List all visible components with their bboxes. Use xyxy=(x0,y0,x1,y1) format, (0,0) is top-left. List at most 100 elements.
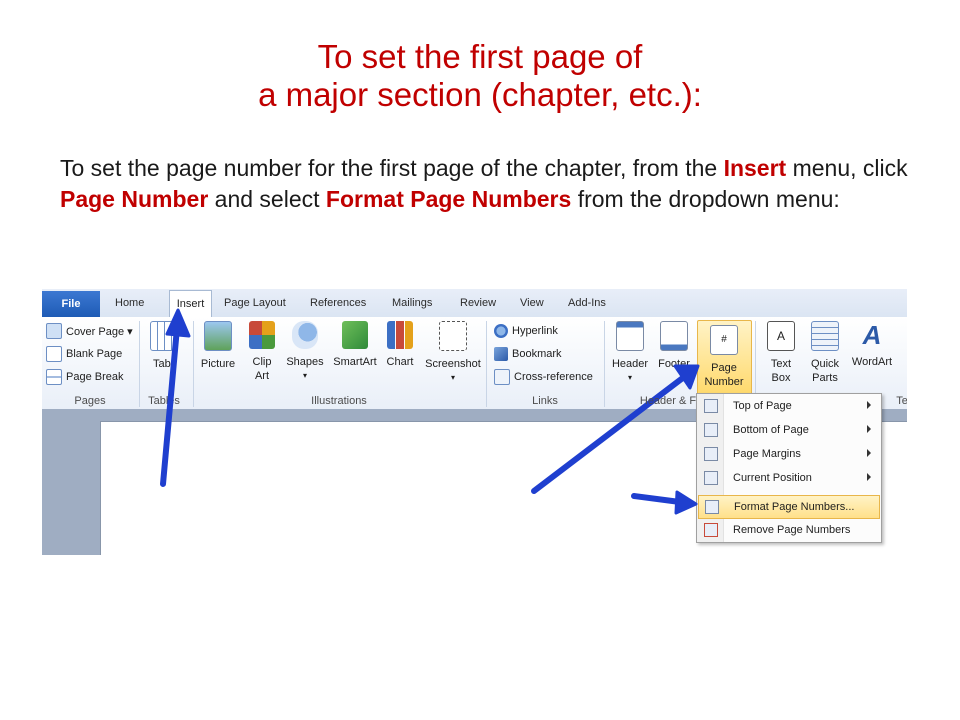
table-label: Table xyxy=(153,358,175,370)
screenshot-button[interactable]: Screenshot ▾ xyxy=(422,321,484,385)
clip-art-button[interactable]: Clip Art xyxy=(246,321,278,383)
picture-button[interactable]: Picture xyxy=(198,321,238,371)
page-break-button[interactable]: Page Break xyxy=(46,367,123,387)
menu-item-label: Format Page Numbers... xyxy=(734,501,855,513)
menu-item-page-margins[interactable]: Page Margins xyxy=(697,443,881,465)
bottom-of-page-icon xyxy=(704,423,718,437)
chart-button[interactable]: Chart xyxy=(384,321,416,369)
group-label-illustrations: Illustrations xyxy=(311,395,367,407)
picture-label: Picture xyxy=(200,358,236,370)
hyperlink-icon xyxy=(494,324,508,338)
quick-parts-button[interactable]: Quick Parts xyxy=(804,321,846,385)
menu-item-label: Remove Page Numbers xyxy=(733,524,851,536)
shapes-label: Shapes xyxy=(286,356,324,368)
submenu-arrow-icon xyxy=(867,425,871,433)
hyperlink-button[interactable]: Hyperlink xyxy=(494,321,558,341)
text-box-button[interactable]: A Text Box xyxy=(760,321,802,385)
menu-item-label: Top of Page xyxy=(733,400,792,412)
smartart-button[interactable]: SmartArt xyxy=(330,321,380,369)
tab-mailings[interactable]: Mailings xyxy=(392,297,432,309)
menu-item-remove-page-numbers[interactable]: Remove Page Numbers xyxy=(697,519,881,541)
chart-label: Chart xyxy=(386,356,414,368)
group-label-text: Te xyxy=(896,395,907,407)
menu-item-label: Page Margins xyxy=(733,448,801,460)
footer-icon xyxy=(660,321,688,351)
tab-home[interactable]: Home xyxy=(115,297,144,309)
quick-parts-icon xyxy=(811,321,839,351)
tab-insert[interactable]: Insert xyxy=(169,290,212,319)
top-of-page-icon xyxy=(704,399,718,413)
slide-title-line-2: a major section (chapter, etc.): xyxy=(258,76,702,113)
table-icon xyxy=(150,321,178,351)
shapes-dropdown-arrow-icon: ▾ xyxy=(302,371,307,380)
menu-item-format-page-numbers[interactable]: Format Page Numbers... xyxy=(698,495,880,519)
page-break-label: Page Break xyxy=(66,371,124,383)
clip-art-icon xyxy=(249,321,275,349)
body-text-part-1: To set the page number for the first pag… xyxy=(60,155,724,181)
body-text-part-2: menu, click xyxy=(786,155,908,181)
shapes-icon xyxy=(292,321,318,349)
tab-add-ins[interactable]: Add-Ins xyxy=(568,297,606,309)
group-label-pages: Pages xyxy=(74,395,106,407)
wordart-label: WordArt xyxy=(851,356,893,368)
menu-item-label: Bottom of Page xyxy=(733,424,809,436)
cover-page-icon xyxy=(46,323,62,339)
cover-page-label: Cover Page ▾ xyxy=(66,325,133,338)
tab-review[interactable]: Review xyxy=(460,297,496,309)
group-separator xyxy=(139,321,140,407)
submenu-arrow-icon xyxy=(867,473,871,481)
screenshot-dropdown-arrow-icon: ▾ xyxy=(450,373,455,382)
page-number-label: Page Number xyxy=(704,362,744,388)
page-number-icon: # xyxy=(710,325,738,355)
screenshot-icon xyxy=(439,321,467,351)
slide-body-text: To set the page number for the first pag… xyxy=(60,153,910,215)
smartart-label: SmartArt xyxy=(333,356,377,368)
clip-art-label: Clip Art xyxy=(252,356,272,382)
header-button[interactable]: Header ▾ xyxy=(608,321,652,385)
screenshot-label: Screenshot xyxy=(425,358,481,370)
page-break-icon xyxy=(46,369,62,385)
menu-item-bottom-of-page[interactable]: Bottom of Page xyxy=(697,419,881,441)
cover-page-button[interactable]: Cover Page ▾ xyxy=(46,321,133,341)
shapes-button[interactable]: Shapes ▾ xyxy=(284,321,326,383)
tab-file[interactable]: File xyxy=(42,291,100,317)
chart-icon xyxy=(387,321,413,349)
remove-page-numbers-icon xyxy=(704,523,718,537)
submenu-arrow-icon xyxy=(867,449,871,457)
header-dropdown-arrow-icon: ▾ xyxy=(627,373,632,382)
hyperlink-label: Hyperlink xyxy=(512,325,558,337)
bookmark-icon xyxy=(494,347,508,361)
body-text-part-4: from the dropdown menu: xyxy=(571,186,840,212)
body-text-format-page-numbers: Format Page Numbers xyxy=(325,186,572,212)
group-separator xyxy=(486,321,487,407)
tab-view[interactable]: View xyxy=(520,297,544,309)
tab-references[interactable]: References xyxy=(310,297,366,309)
bookmark-label: Bookmark xyxy=(512,348,562,360)
body-text-insert: Insert xyxy=(723,155,787,181)
text-box-icon: A xyxy=(767,321,795,351)
table-button[interactable]: Table xyxy=(146,321,182,371)
format-page-numbers-icon xyxy=(705,500,719,514)
menu-item-current-position[interactable]: Current Position xyxy=(697,467,881,489)
blank-page-button[interactable]: Blank Page xyxy=(46,344,122,364)
footer-button[interactable]: Footer xyxy=(654,321,694,371)
submenu-arrow-icon xyxy=(867,401,871,409)
bookmark-button[interactable]: Bookmark xyxy=(494,344,562,364)
header-label: Header xyxy=(611,358,649,370)
picture-icon xyxy=(204,321,232,351)
cross-reference-icon xyxy=(494,369,510,385)
wordart-icon: A xyxy=(862,320,882,350)
body-text-part-3: and select xyxy=(208,186,326,212)
blank-page-label: Blank Page xyxy=(66,348,123,360)
page-number-button[interactable]: # Page Number xyxy=(698,325,750,389)
group-label-tables: Tables xyxy=(148,395,180,407)
wordart-button[interactable]: A WordArt xyxy=(848,321,896,369)
tab-page-layout[interactable]: Page Layout xyxy=(224,297,286,309)
menu-item-top-of-page[interactable]: Top of Page xyxy=(697,395,881,417)
smartart-icon xyxy=(342,321,368,349)
word-screenshot: File Home Insert Page Layout References … xyxy=(42,289,907,555)
slide-title-line-1: To set the first page of xyxy=(317,38,643,75)
ribbon-tab-bar: File Home Insert Page Layout References … xyxy=(42,289,907,319)
slide-title: To set the first page of a major section… xyxy=(0,38,960,114)
cross-reference-button[interactable]: Cross-reference xyxy=(494,367,593,387)
